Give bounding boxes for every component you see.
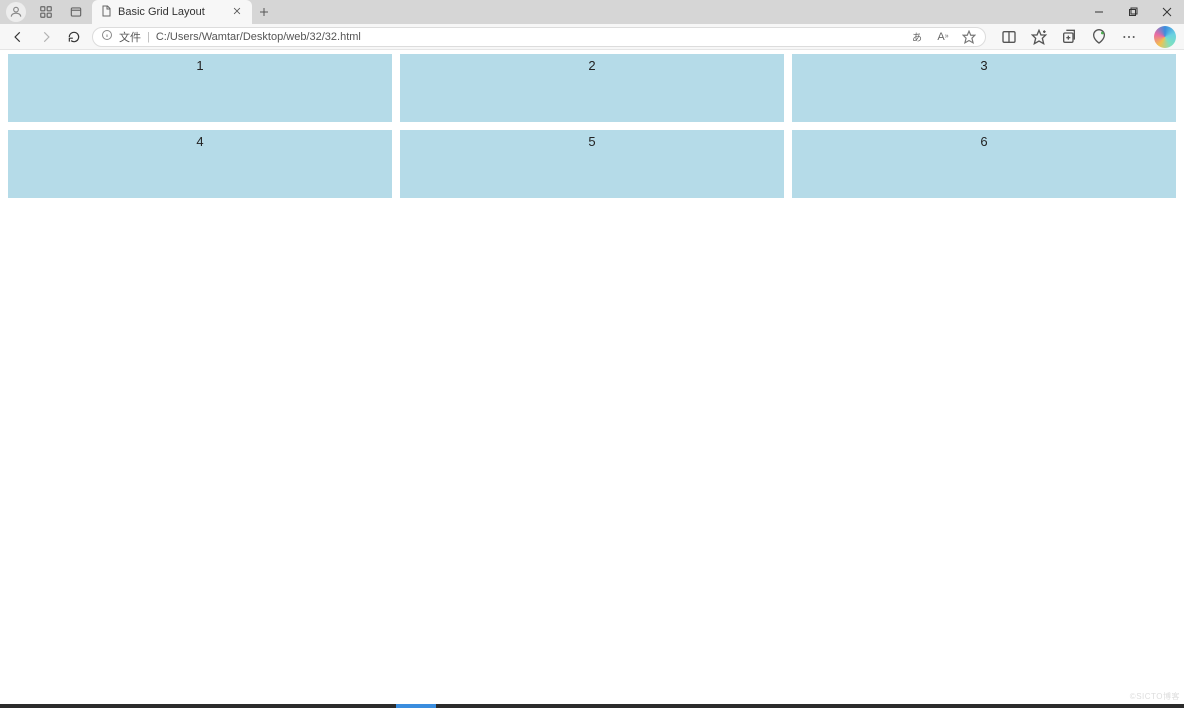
profile-icon[interactable] [6,2,26,22]
toolbar-right-icons [994,26,1176,48]
collections-icon[interactable] [1060,28,1078,46]
close-tab-button[interactable] [230,5,244,19]
watermark: ©SICTO博客 [1130,691,1180,702]
maximize-button[interactable] [1116,0,1150,24]
titlebar-left [0,0,86,24]
tab-actions-icon[interactable] [66,2,86,22]
favorite-star-icon[interactable] [961,29,977,45]
favorites-icon[interactable] [1030,28,1048,46]
address-separator: | [147,31,150,43]
copilot-icon[interactable] [1154,26,1176,48]
titlebar: Basic Grid Layout [0,0,1184,24]
taskbar [0,704,1184,708]
grid-container: 1 2 3 4 5 6 [8,54,1176,198]
close-window-button[interactable] [1150,0,1184,24]
grid-cell: 2 [400,54,784,122]
site-info-icon[interactable] [101,29,113,44]
forward-button[interactable] [36,27,56,47]
page-content: 1 2 3 4 5 6 [0,50,1184,202]
document-icon [100,5,112,20]
browser-tab[interactable]: Basic Grid Layout [92,0,252,24]
taskbar-accent [396,704,436,708]
address-bar[interactable]: 文件 | C:/Users/Wamtar/Desktop/web/32/32.h… [92,27,986,47]
new-tab-button[interactable] [252,0,276,24]
minimize-button[interactable] [1082,0,1116,24]
text-size-icon[interactable]: A» [935,29,951,45]
address-right-controls: あ A» [909,29,977,45]
address-url: C:/Users/Wamtar/Desktop/web/32/32.html [156,31,361,43]
workspaces-icon[interactable] [36,2,56,22]
tab-title: Basic Grid Layout [118,6,224,18]
read-aloud-icon[interactable]: あ [909,29,925,45]
grid-cell: 4 [8,130,392,198]
grid-cell: 6 [792,130,1176,198]
toolbar: 文件 | C:/Users/Wamtar/Desktop/web/32/32.h… [0,24,1184,50]
more-menu-icon[interactable] [1120,28,1138,46]
address-file-label: 文件 [119,29,141,45]
back-button[interactable] [8,27,28,47]
split-screen-icon[interactable] [1000,28,1018,46]
refresh-button[interactable] [64,27,84,47]
window-controls [1082,0,1184,24]
grid-cell: 3 [792,54,1176,122]
grid-cell: 1 [8,54,392,122]
browser-essentials-icon[interactable] [1090,28,1108,46]
grid-cell: 5 [400,130,784,198]
